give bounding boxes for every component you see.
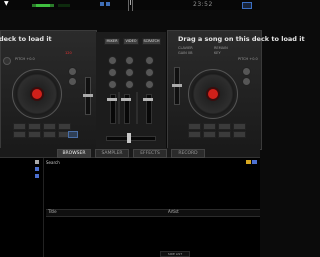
panel-tabs: BROWSER SAMPLER EFFECTS RECORD <box>0 148 260 158</box>
hotcue-buttons-right <box>188 123 246 130</box>
tab-sampler[interactable]: SAMPLER <box>95 149 129 158</box>
eq-low-knob-center[interactable] <box>125 80 134 89</box>
browser-divider <box>43 158 44 257</box>
monitor-icon[interactable] <box>100 2 104 6</box>
pause-button[interactable] <box>43 131 56 138</box>
gain-knob-right[interactable] <box>242 67 251 76</box>
key-label: KEY <box>214 51 221 55</box>
view-icon[interactable] <box>252 160 257 164</box>
hotcue-button[interactable] <box>13 123 26 130</box>
remain-label: REMAIN <box>214 46 228 50</box>
eq-mid-knob-center[interactable] <box>125 68 134 77</box>
filter-knob-right[interactable] <box>242 77 251 86</box>
hotcue-button[interactable] <box>58 123 71 130</box>
cue-button[interactable] <box>13 131 26 138</box>
pitch-slider-handle[interactable] <box>83 94 93 97</box>
eq-mid-knob-right[interactable] <box>145 68 154 77</box>
fader-handle[interactable] <box>121 98 131 101</box>
browser-column-header <box>46 209 260 217</box>
eq-mid-knob-left[interactable] <box>108 68 117 77</box>
transport-buttons-left <box>13 131 71 138</box>
eq-low-knob-left[interactable] <box>108 80 117 89</box>
jog-wheel-right[interactable] <box>188 69 238 119</box>
gain-knob-left[interactable] <box>68 67 77 76</box>
video-button[interactable]: VIDEO <box>123 38 139 45</box>
clavier-label: CLAVIER <box>178 46 193 50</box>
master-level-meter-peak <box>36 4 50 7</box>
fader-handle[interactable] <box>143 98 153 101</box>
hotcue-buttons-left <box>13 123 71 130</box>
eq-high-knob-left[interactable] <box>108 56 117 65</box>
tab-record[interactable]: RECORD <box>171 149 205 158</box>
jog-wheel-center-icon <box>208 89 218 99</box>
filter-knob-left[interactable] <box>68 77 77 86</box>
hotcue-button[interactable] <box>188 123 201 130</box>
eq-high-knob-center[interactable] <box>125 56 134 65</box>
eq-low-knob-right[interactable] <box>145 80 154 89</box>
fader-handle[interactable] <box>107 98 117 101</box>
folder-open-icon[interactable] <box>246 160 251 164</box>
crossfader-handle[interactable] <box>127 133 131 143</box>
file-browser: Search Title Artist SIDE LIST <box>0 158 260 257</box>
vu-meter-right <box>136 92 138 124</box>
pitch-readout: PITCH +0.0 <box>15 57 35 61</box>
hotcue-button[interactable] <box>43 123 56 130</box>
column-title[interactable]: Title <box>48 209 57 214</box>
network-icon[interactable] <box>106 2 110 6</box>
bpm-readout: 120 <box>65 51 72 55</box>
master-level-meter-bg <box>58 4 70 7</box>
hotcue-button[interactable] <box>218 123 231 130</box>
volume-fader-left[interactable] <box>107 94 117 124</box>
search-icon[interactable] <box>35 160 39 164</box>
divider <box>128 0 129 11</box>
hotcue-button[interactable] <box>203 123 216 130</box>
transport-buttons-right <box>188 131 246 138</box>
deck-select-knob[interactable] <box>3 57 11 65</box>
menu-dropdown-icon[interactable]: ▼ <box>4 0 9 7</box>
jog-wheel-center-icon <box>32 89 42 99</box>
clock: 23:52 <box>193 1 213 8</box>
pitch-readout: PITCH +0.0 <box>238 57 258 61</box>
deck-left: deck to load it PITCH +0.0 120 <box>0 30 97 150</box>
crossfader[interactable] <box>106 133 156 143</box>
volume-fader-right[interactable] <box>143 94 153 124</box>
deck-load-hint: Drag a song on this deck to load it <box>178 35 305 43</box>
column-artist[interactable]: Artist <box>168 209 179 214</box>
master-fader[interactable] <box>121 94 131 124</box>
mixer: MIXER VIDEO SCRATCH <box>96 32 166 148</box>
play-button[interactable] <box>28 131 41 138</box>
pitch-slider-handle[interactable] <box>172 84 182 87</box>
deck-load-hint: deck to load it <box>0 35 52 43</box>
gain-label: GAIN 0B <box>178 51 193 55</box>
hotcue-button[interactable] <box>233 123 246 130</box>
divider <box>132 0 133 11</box>
vu-meter-left <box>118 92 120 124</box>
pitch-slider-left[interactable] <box>83 77 93 115</box>
deck-right: Drag a song on this deck to load it CLAV… <box>167 30 305 150</box>
window-config-icon[interactable] <box>242 2 252 9</box>
jog-wheel-left[interactable] <box>12 69 62 119</box>
loop-button-left[interactable] <box>68 131 78 138</box>
sync-button[interactable] <box>233 131 246 138</box>
mixer-button[interactable]: MIXER <box>104 38 120 45</box>
search-label[interactable]: Search <box>46 160 60 165</box>
playlist-icon[interactable] <box>35 174 39 178</box>
side-list-button[interactable]: SIDE LIST <box>160 251 190 257</box>
play-button[interactable] <box>203 131 216 138</box>
tab-effects[interactable]: EFFECTS <box>133 149 167 158</box>
cue-button[interactable] <box>188 131 201 138</box>
hotcue-button[interactable] <box>28 123 41 130</box>
pause-button[interactable] <box>218 131 231 138</box>
folder-icon[interactable] <box>35 167 39 171</box>
top-bar: ▼ 23:52 <box>0 0 260 11</box>
pitch-slider-right[interactable] <box>172 67 182 105</box>
eq-high-knob-right[interactable] <box>145 56 154 65</box>
scratch-button[interactable]: SCRATCH <box>142 38 161 45</box>
center-marker <box>130 0 131 5</box>
tab-browser[interactable]: BROWSER <box>57 149 91 158</box>
